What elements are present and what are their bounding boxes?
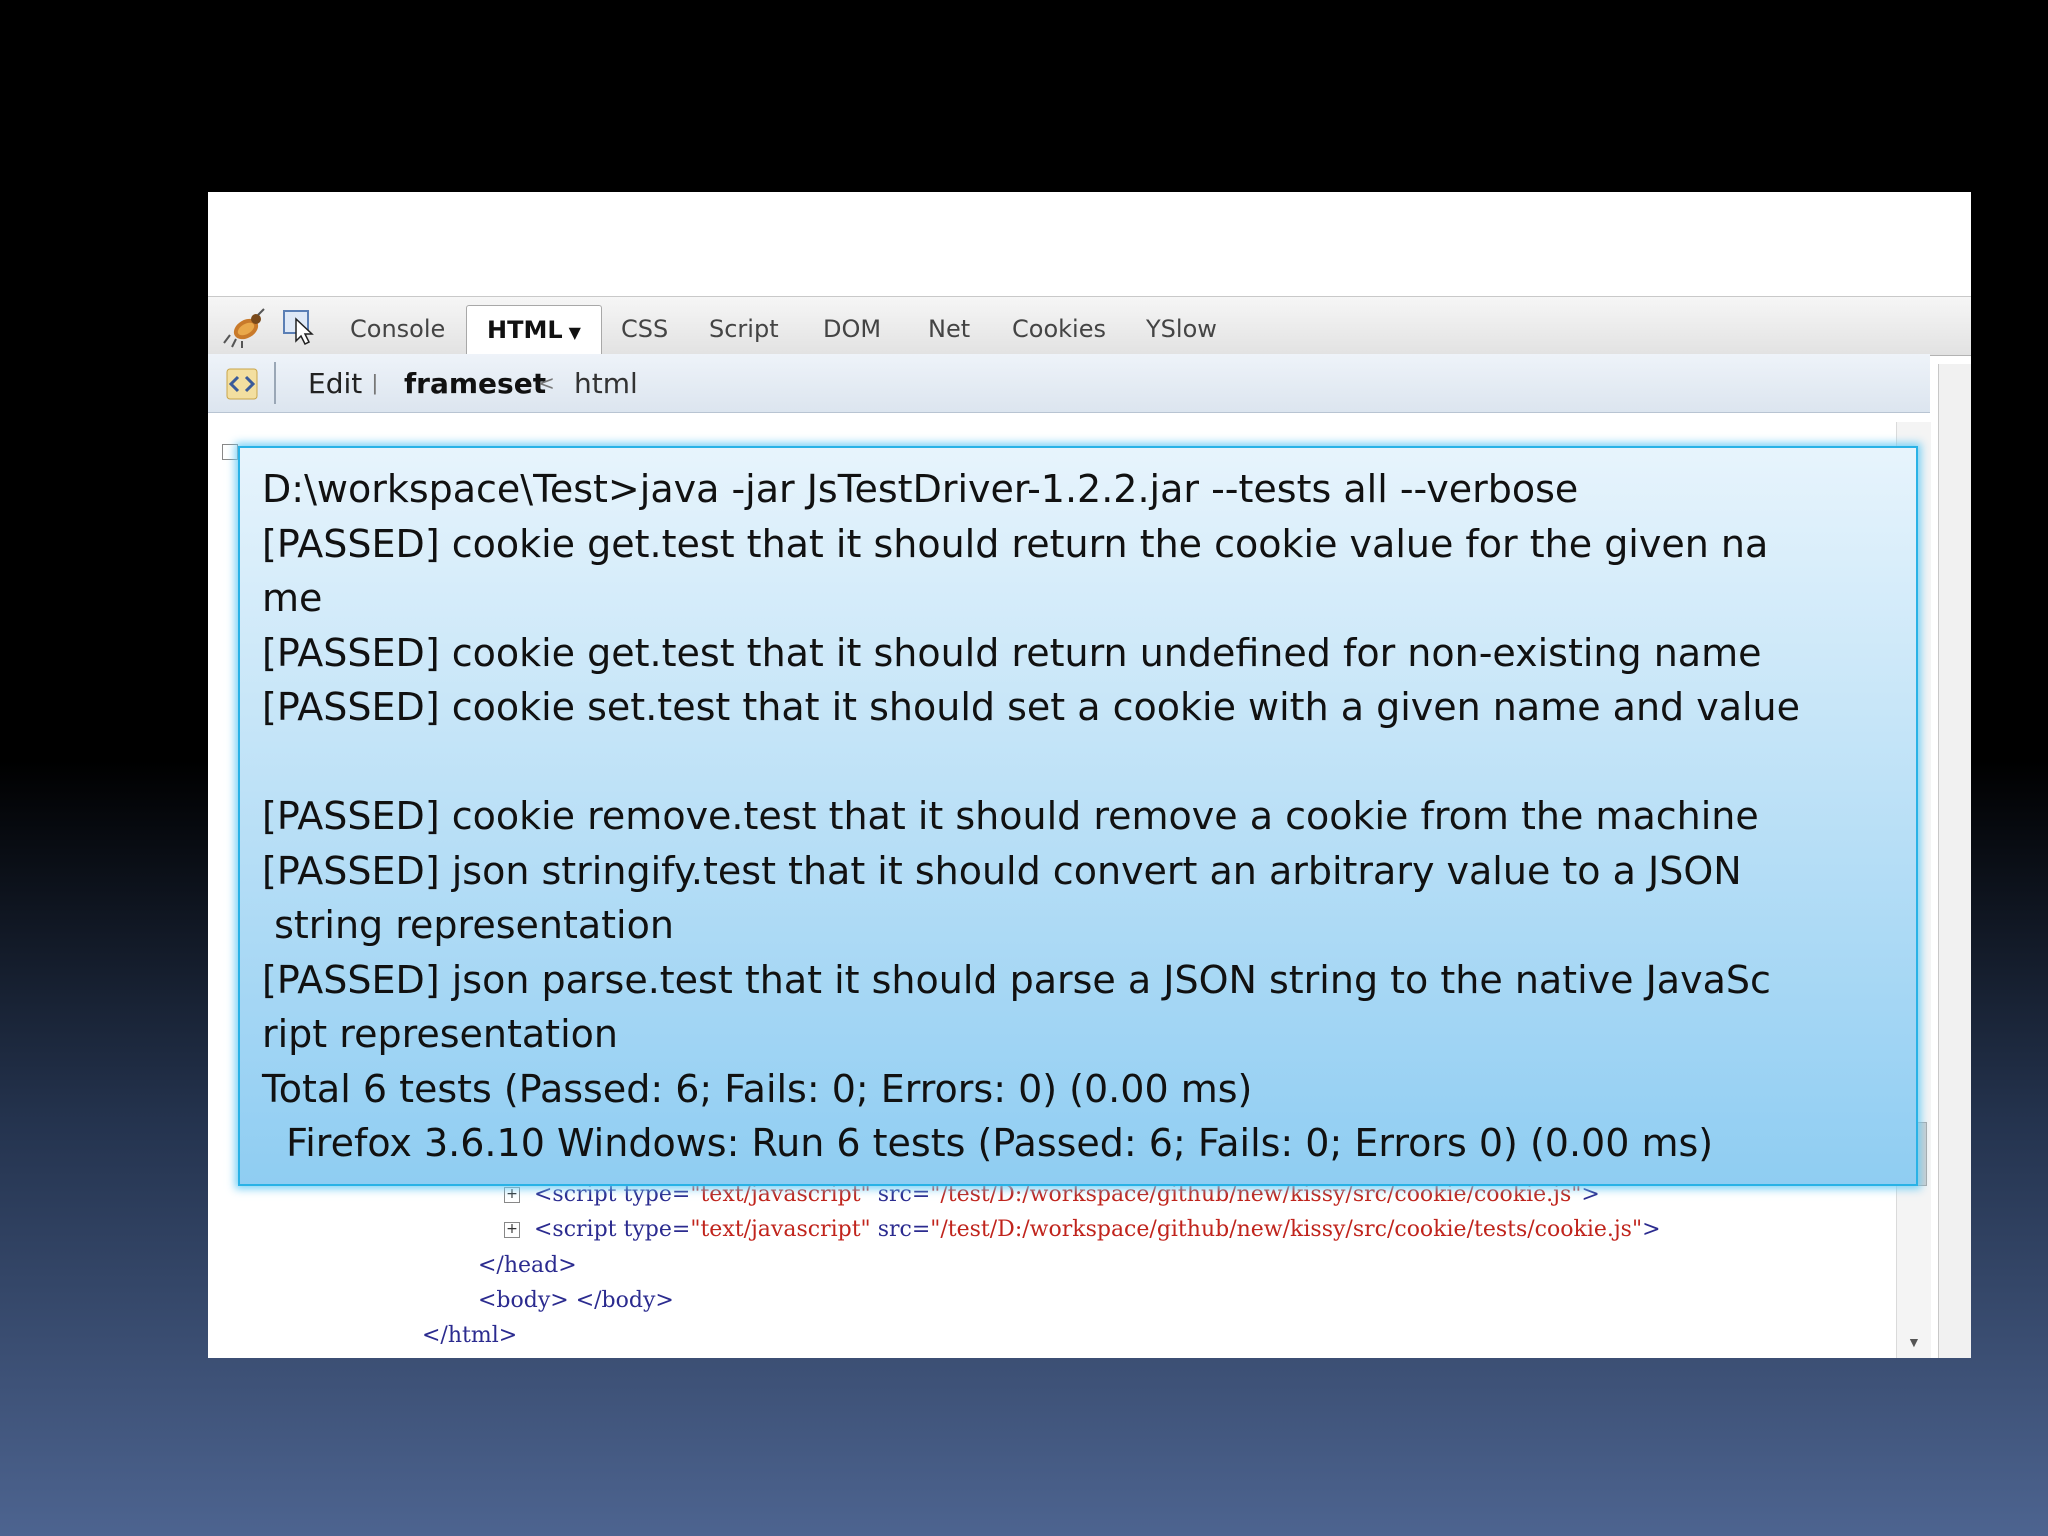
tab-script[interactable]: Script [709, 312, 779, 346]
output-line-browser-summary: Firefox 3.6.10 Windows: Run 6 tests (Pas… [262, 1121, 1714, 1165]
edit-button[interactable]: Edit [308, 367, 362, 400]
firebug-icon[interactable] [222, 305, 266, 349]
expand-icon[interactable]: + [504, 1187, 520, 1203]
output-line: [PASSED] json stringify.test that it sho… [262, 848, 1742, 893]
output-line: string representation [262, 903, 674, 947]
inspect-cursor-icon[interactable] [282, 309, 318, 345]
console-output-box: D:\workspace\Test>java -jar JsTestDriver… [238, 446, 1918, 1186]
output-line: [PASSED] json parse.test that it should … [262, 957, 1771, 1002]
tab-css[interactable]: CSS [621, 312, 668, 346]
expand-icon[interactable]: + [504, 1222, 520, 1238]
breadcrumb-arrow: < [538, 371, 555, 395]
breadcrumb-frameset[interactable]: frameset [404, 367, 546, 400]
attr-type: type= [623, 1217, 691, 1242]
breadcrumb-separator: | [372, 370, 378, 395]
attr-type-value: "text/javascript" [690, 1217, 871, 1242]
collapse-toggle[interactable] [222, 444, 238, 460]
tag-open: <script [534, 1217, 617, 1242]
scroll-down-icon[interactable]: ▼ [1907, 1334, 1921, 1350]
firebug-toolbar: Console HTML ▼ CSS Script DOM Net Cookies… [208, 296, 1971, 356]
tree-row-body[interactable]: <body> </body> [478, 1288, 674, 1313]
tree-row-script-tests[interactable]: + <script type="text/javascript" src="/te… [504, 1217, 1661, 1242]
tab-html-label: HTML [487, 316, 563, 344]
output-line: [PASSED] cookie get.test that it should … [262, 630, 1762, 675]
side-panel [1938, 364, 1971, 1358]
breadcrumb-html[interactable]: html [574, 367, 638, 400]
tree-row-head-close[interactable]: </head> [478, 1253, 577, 1278]
output-line-blank [262, 735, 1916, 790]
tab-net[interactable]: Net [928, 312, 970, 346]
breadcrumb-divider [274, 362, 276, 404]
output-line-command: D:\workspace\Test>java -jar JsTestDriver… [262, 467, 1579, 511]
tree-row-html-close[interactable]: </html> [422, 1323, 517, 1348]
tag-close: > [1642, 1217, 1661, 1242]
breadcrumb: Edit | frameset < html [208, 354, 1930, 413]
output-line: me [262, 576, 323, 620]
tab-yslow[interactable]: YSlow [1146, 312, 1217, 346]
tab-dom[interactable]: DOM [823, 312, 881, 346]
tab-console[interactable]: Console [350, 312, 445, 346]
output-line: ript representation [262, 1012, 618, 1056]
attr-src: src= [877, 1217, 931, 1242]
output-line-total: Total 6 tests (Passed: 6; Fails: 0; Erro… [262, 1066, 1253, 1111]
chevron-down-icon: ▼ [568, 323, 581, 342]
tab-cookies[interactable]: Cookies [1012, 312, 1106, 346]
output-line: [PASSED] cookie remove.test that it shou… [262, 794, 1759, 838]
attr-src-value: "/test/D:/workspace/github/new/kissy/src… [930, 1217, 1643, 1242]
output-line: [PASSED] cookie set.test that it should … [262, 685, 1801, 729]
tab-html[interactable]: HTML ▼ [466, 305, 602, 356]
html-tags-icon[interactable] [226, 368, 258, 400]
output-line: [PASSED] cookie get.test that it should … [262, 521, 1769, 566]
